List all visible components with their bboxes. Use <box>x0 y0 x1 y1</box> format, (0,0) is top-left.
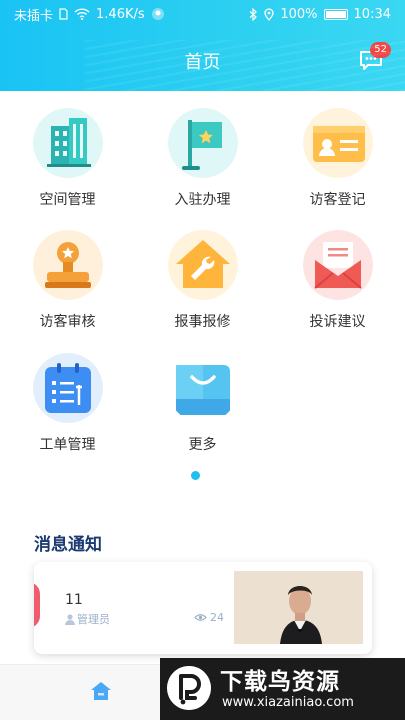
grid-item-label: 访客审核 <box>39 314 96 330</box>
grid-item-visitor-registration[interactable]: 访客登记 <box>270 92 405 212</box>
building-icon <box>33 108 103 178</box>
watermark-url: www.xiazainiao.com <box>222 695 354 710</box>
page-title: 首页 <box>184 52 221 73</box>
carrier-text: 未插卡 <box>14 8 54 24</box>
clock: 10:34 <box>353 6 391 22</box>
bag-icon <box>176 365 230 415</box>
battery-icon <box>323 8 348 20</box>
eye-icon <box>194 614 207 621</box>
flag-icon <box>168 108 238 178</box>
stamp-icon <box>33 230 103 300</box>
id-card-icon <box>303 108 373 178</box>
author-name: 管理员 <box>77 613 110 626</box>
page-indicator-dot[interactable] <box>191 471 200 480</box>
grid-item-label: 报事报修 <box>174 314 231 330</box>
card-accent <box>34 582 40 628</box>
network-speed: 1.46K/s <box>96 6 145 22</box>
wifi-icon <box>74 8 90 20</box>
envelope-icon <box>303 230 373 300</box>
grid-item-work-order[interactable]: 工单管理 <box>0 337 135 457</box>
message-badge: 52 <box>370 42 391 58</box>
section-title: 消息通知 <box>34 535 102 555</box>
wrench-house-icon <box>168 230 238 300</box>
news-views: 24 <box>194 611 224 624</box>
grid-item-label: 工单管理 <box>39 437 96 453</box>
notification-icon <box>151 8 164 20</box>
news-title: 11 <box>65 592 83 608</box>
watermark: 下载鸟资源 www.xiazainiao.com <box>160 658 405 720</box>
grid-item-label: 投诉建议 <box>309 314 366 330</box>
grid-item-label: 空间管理 <box>39 192 96 208</box>
news-author: 管理员 <box>65 611 110 627</box>
grid-item-check-in[interactable]: 入驻办理 <box>135 92 270 212</box>
watermark-title: 下载鸟资源 <box>220 669 340 695</box>
bird-logo-icon <box>167 666 211 710</box>
grid-item-label: 访客登记 <box>309 192 366 208</box>
clipboard-icon <box>33 353 103 423</box>
grid-item-space-management[interactable]: 空间管理 <box>0 92 135 212</box>
grid-item-more[interactable]: 更多 <box>135 337 270 457</box>
view-count: 24 <box>210 611 224 624</box>
home-icon[interactable] <box>89 679 113 703</box>
grid-item-visitor-review[interactable]: 访客审核 <box>0 214 135 334</box>
news-card[interactable]: 11 管理员 24 <box>34 562 372 654</box>
news-thumbnail <box>234 571 363 644</box>
app-header: 未插卡 1.46K/s 100% 10:34 首页 52 <box>0 0 405 91</box>
sim-icon <box>59 8 68 20</box>
status-bar: 未插卡 1.46K/s 100% 10:34 <box>0 0 405 28</box>
grid-item-complaint[interactable]: 投诉建议 <box>270 214 405 334</box>
message-icon[interactable] <box>359 50 383 70</box>
bluetooth-icon <box>249 7 258 21</box>
battery-percent: 100% <box>280 6 318 22</box>
grid-item-label: 入驻办理 <box>174 192 231 208</box>
location-icon <box>264 7 275 21</box>
grid-item-repair-report[interactable]: 报事报修 <box>135 214 270 334</box>
grid-item-label: 更多 <box>188 437 217 453</box>
user-icon <box>65 613 75 625</box>
